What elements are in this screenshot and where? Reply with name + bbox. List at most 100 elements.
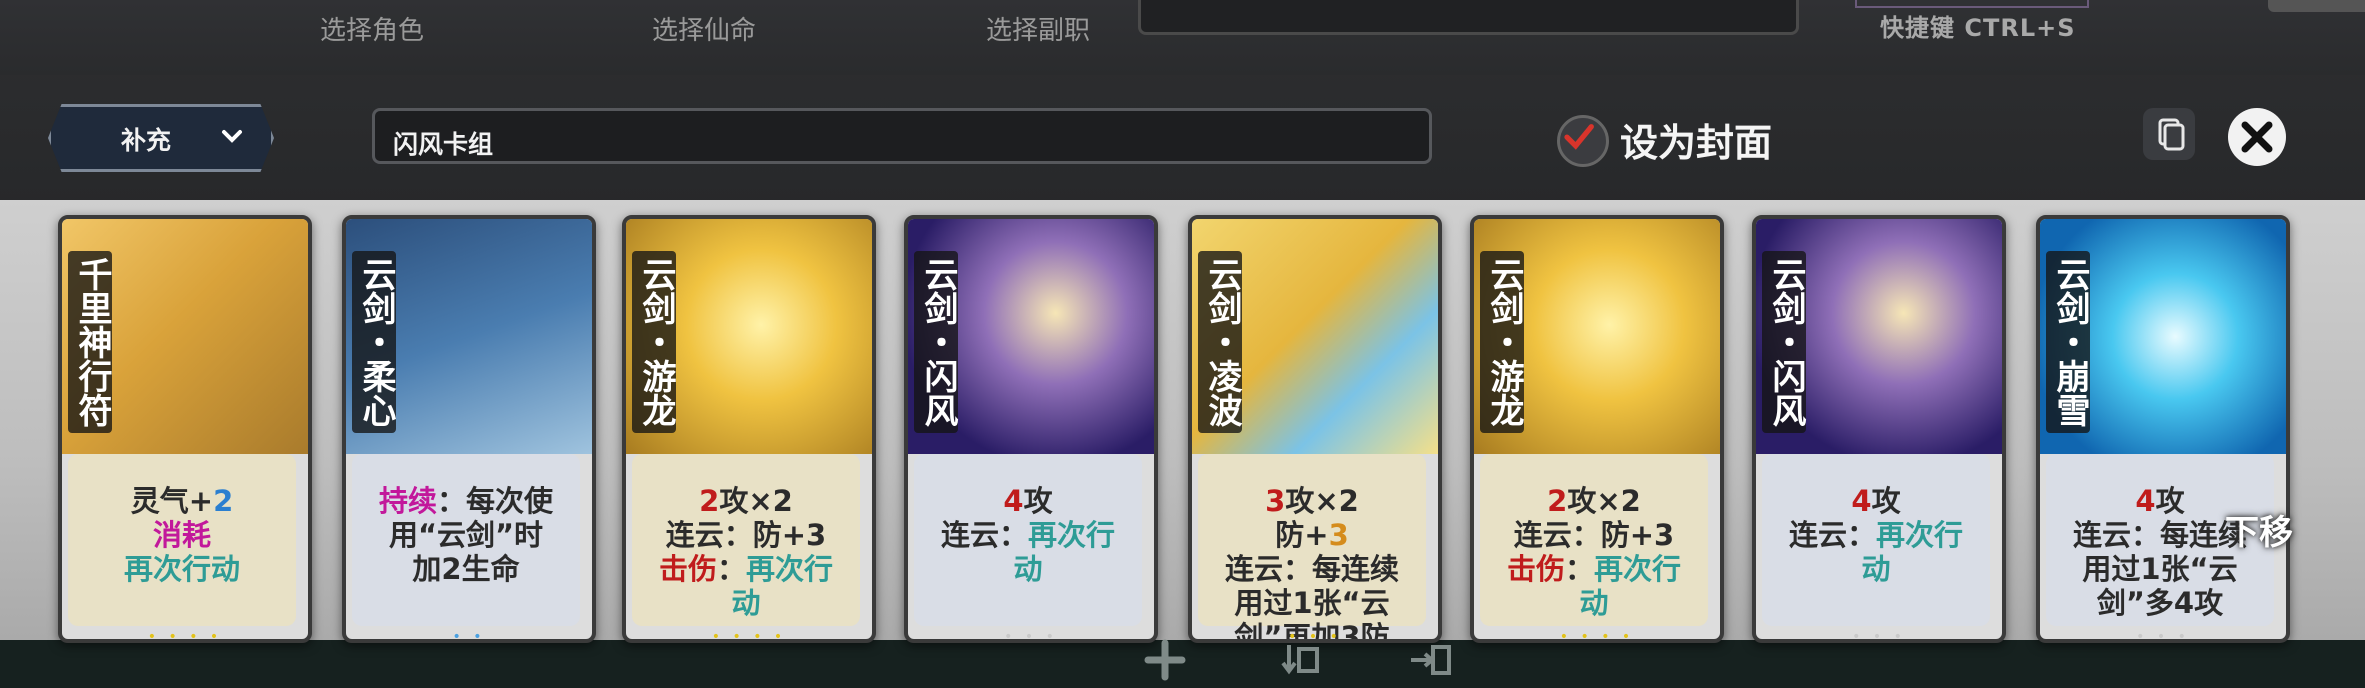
tab-select-destiny[interactable]: 选择仙命 <box>614 10 794 47</box>
card-text-segment: 再次行 <box>746 552 834 586</box>
card-description-line: 连云：每连续 <box>1204 552 1420 586</box>
card-level-dots: • • • <box>1004 629 1058 643</box>
card-text-segment: 攻×2 <box>719 484 793 518</box>
card-description-line: 加2生命 <box>358 552 574 586</box>
card-text-segment: 攻 <box>1871 484 1901 518</box>
card-text-segment: 再次行 <box>1594 552 1682 586</box>
card-level-dots: • • • • <box>711 629 787 643</box>
plus-icon[interactable] <box>1140 635 1190 685</box>
deck-type-dropdown[interactable]: 补充 <box>48 104 274 172</box>
move-down-label[interactable]: 下移 <box>2225 505 2293 554</box>
card-text-segment: 攻×2 <box>1285 484 1359 518</box>
card-description-line: 用过1张“云 <box>2052 552 2268 586</box>
card-description-line: 击伤：再次行 <box>1486 552 1702 586</box>
card-level-dots: • • • <box>2136 629 2190 643</box>
card-description-line: 再次行动 <box>74 552 290 586</box>
card-text-segment: 灵气+ <box>130 484 214 518</box>
top-panel <box>1138 0 1799 35</box>
dropdown-value: 补充 <box>121 126 172 155</box>
card-description-line: 连云：再次行 <box>920 518 1136 552</box>
card-text-segment: 击伤 <box>658 552 717 586</box>
deck-card[interactable]: 云剑・柔心持续：每次使 用“云剑”时 加2生命 • • <box>342 215 596 643</box>
close-icon <box>2241 121 2273 153</box>
card-text-segment: 2 <box>1547 484 1568 518</box>
card-text-segment: 击伤 <box>1506 552 1565 586</box>
card-description-line: 剑”多4攻 <box>2052 586 2268 620</box>
card-description-line: 防+3 <box>1204 518 1420 552</box>
card-text-segment: 持续 <box>378 484 437 518</box>
card-description-line: 动 <box>638 586 854 620</box>
card-text-segment: 用“云剑”时 <box>388 518 544 552</box>
card-level-dots: • • • • <box>147 629 223 643</box>
card-text-segment: 动 <box>1579 586 1609 620</box>
deck-card[interactable]: 千里神行符灵气+2 消耗 再次行动 • • • • <box>58 215 312 643</box>
copy-icon <box>2158 118 2185 151</box>
card-text-segment: 2 <box>699 484 720 518</box>
card-text-segment: ：每次使 <box>437 484 554 518</box>
deck-card[interactable]: 云剑・崩雪 4攻 连云：每连续 用过1张“云 剑”多4攻 • • • <box>2036 215 2290 643</box>
card-description-line: 4攻 <box>1768 484 1984 518</box>
card-description-line: 动 <box>1768 552 1984 586</box>
card-text-segment: 攻 <box>2155 484 2185 518</box>
card-name: 云剑・崩雪 <box>2046 251 2090 433</box>
deck-name-input[interactable]: 闪风卡组 <box>372 108 1432 164</box>
card-description: 4攻 连云：再次行动 <box>1762 454 1990 626</box>
copy-deck-button[interactable] <box>2143 108 2195 160</box>
card-text-segment: 消耗 <box>152 518 211 552</box>
deck-card[interactable]: 云剑・凌波 3攻×2 防+3 连云：每连续 用过1张“云 剑”再加3防 • • • <box>1188 215 1442 643</box>
save-button-frame[interactable] <box>1855 0 2089 8</box>
card-text-segment: ： <box>716 552 746 586</box>
card-name: 千里神行符 <box>68 251 112 433</box>
card-text-segment: 攻×2 <box>1567 484 1641 518</box>
card-level-dots: • • • • <box>1559 629 1635 643</box>
card-description-line: 连云：防+3 <box>638 518 854 552</box>
card-description-line: 消耗 <box>74 518 290 552</box>
deck-card[interactable]: 云剑・游龙 2攻×2 连云：防+3 击伤：再次行动 • • • • <box>1470 215 1724 643</box>
card-name: 云剑・游龙 <box>632 251 676 433</box>
card-description: 2攻×2 连云：防+3 击伤：再次行动 <box>632 454 860 626</box>
card-text-segment: 连云：防+3 <box>665 518 827 552</box>
card-text-segment: ： <box>1564 552 1594 586</box>
card-description-line: 用过1张“云 <box>1204 586 1420 620</box>
move-out-icon[interactable] <box>1405 635 1455 685</box>
card-description-line: 2攻×2 <box>1486 484 1702 518</box>
card-name: 云剑・凌波 <box>1198 251 1242 433</box>
card-level-dots: • • • <box>1852 629 1906 643</box>
card-text-segment: 再次行 <box>1028 518 1116 552</box>
card-description-line: 连云：防+3 <box>1486 518 1702 552</box>
deck-card[interactable]: 云剑・闪风 4攻 连云：再次行动 • • • <box>904 215 1158 643</box>
card-text-segment: 连云： <box>1788 518 1876 552</box>
card-text-segment: 3 <box>1328 518 1349 552</box>
card-text-segment: 4 <box>2135 484 2156 518</box>
card-description-line: 击伤：再次行 <box>638 552 854 586</box>
card-text-segment: 连云：每连续 <box>2072 518 2247 552</box>
deck-card[interactable]: 云剑・游龙 2攻×2 连云：防+3 击伤：再次行动 • • • • <box>622 215 876 643</box>
card-description: 2攻×2 连云：防+3 击伤：再次行动 <box>1480 454 1708 626</box>
card-text-segment: 2 <box>213 484 234 518</box>
card-description-line: 连云：再次行 <box>1768 518 1984 552</box>
set-cover-checkbox[interactable] <box>1557 115 1609 167</box>
card-text-segment: 动 <box>731 586 761 620</box>
card-text-segment: 动 <box>1013 552 1043 586</box>
card-description-line: 灵气+2 <box>74 484 290 518</box>
card-name: 云剑・柔心 <box>352 251 396 433</box>
tab-select-side-job[interactable]: 选择副职 <box>948 10 1128 47</box>
card-description-line: 持续：每次使 <box>358 484 574 518</box>
card-description-line: 4攻 <box>920 484 1136 518</box>
card-text-segment: 防+ <box>1275 518 1329 552</box>
card-description: 灵气+2 消耗 再次行动 <box>68 454 296 626</box>
card-text-segment: 再次行动 <box>123 552 240 586</box>
corner-button[interactable] <box>2268 0 2365 12</box>
tab-select-character[interactable]: 选择角色 <box>282 10 462 47</box>
shortcut-hint: 快捷键 CTRL+S <box>1880 14 2076 42</box>
card-text-segment: 连云：防+3 <box>1513 518 1675 552</box>
set-cover-label[interactable]: 设为封面 <box>1620 112 1772 167</box>
card-level-dots: • • <box>452 629 486 643</box>
deck-card[interactable]: 云剑・闪风 4攻 连云：再次行动 • • • <box>1752 215 2006 643</box>
move-in-icon[interactable] <box>1275 635 1325 685</box>
close-button[interactable] <box>2228 108 2286 166</box>
card-text-segment: 3 <box>1265 484 1286 518</box>
card-text-segment: 4 <box>1851 484 1872 518</box>
card-name: 云剑・闪风 <box>914 251 958 433</box>
card-description: 4攻 连云：再次行动 <box>914 454 1142 626</box>
